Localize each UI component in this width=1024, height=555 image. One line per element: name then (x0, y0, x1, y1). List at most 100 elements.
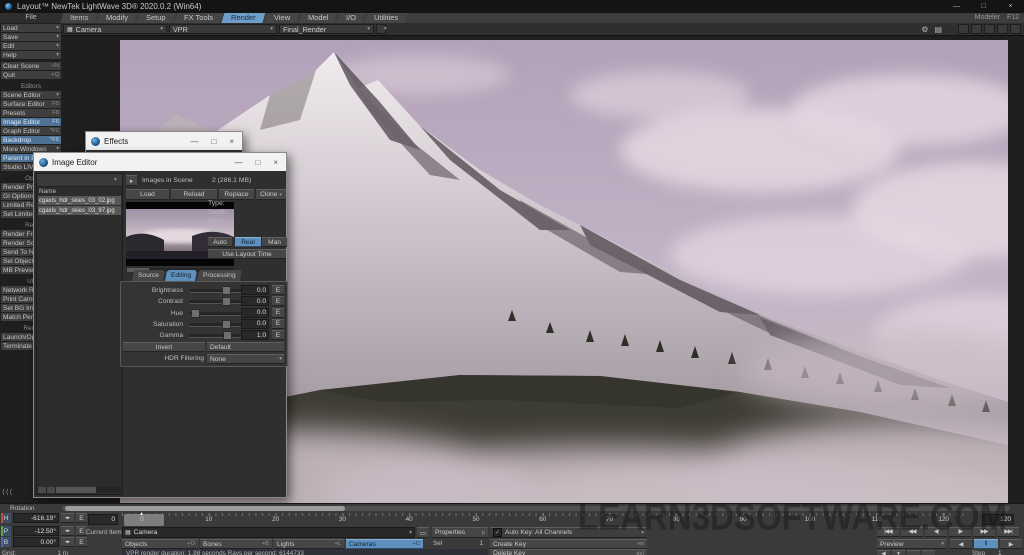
channel-h-value[interactable]: -616.19° (13, 513, 59, 523)
default-button[interactable]: Default (207, 342, 284, 352)
minimize-icon[interactable]: — (234, 158, 242, 167)
envelope-button[interactable]: E (76, 537, 87, 547)
transport-go-first-button[interactable]: |◀◀ (877, 527, 899, 537)
play-reverse-button[interactable]: ◀ (950, 539, 972, 549)
first-frame-field[interactable]: 0 (88, 514, 118, 525)
sidebar-item-surface-editor[interactable]: Surface Editor F5 (1, 100, 61, 108)
menu-tab-utilities[interactable]: Utilities (364, 12, 409, 23)
envelope-button[interactable]: E (272, 307, 284, 318)
sidebar-item-presets[interactable]: Presets F8 (1, 109, 61, 117)
slider-handle[interactable] (221, 297, 231, 307)
mini-dropdown-button[interactable]: ▾ (892, 550, 905, 555)
viewport-button-5[interactable] (1010, 24, 1021, 34)
modeler-button[interactable]: Modeler (975, 14, 1000, 21)
minimize-icon[interactable]: — (190, 137, 198, 146)
sidebar-item-edit[interactable]: Edit ▾ (1, 42, 61, 50)
tab-source[interactable]: Source (132, 270, 165, 281)
menu-tab-view[interactable]: View (264, 12, 300, 23)
frame-mode-auto[interactable]: Auto (208, 237, 232, 247)
envelope-button[interactable]: E (272, 285, 284, 295)
auto-key-checkbox[interactable]: ✓ (493, 528, 502, 537)
channel-spinner[interactable]: ◂▸ (61, 537, 74, 547)
auto-key-dropdown[interactable]: ✓ Auto Key: All Channels ▾ (490, 527, 647, 538)
tab-editing[interactable]: Editing (164, 270, 198, 281)
frame-mode-real[interactable]: Real (235, 237, 261, 247)
channel-b-button[interactable]: B (1, 537, 11, 547)
viewport-button-1[interactable] (958, 24, 969, 34)
load-button[interactable]: Load (126, 189, 169, 200)
preset-mini-dropdown[interactable]: ▾ (376, 24, 387, 34)
menu-tab-fx-tools[interactable]: FX Tools (174, 12, 223, 23)
menu-tab-setup[interactable]: Setup (136, 12, 176, 23)
transport-prev-key-button[interactable]: ◀◀ (901, 527, 923, 537)
effects-titlebar[interactable]: Effects — □ × (86, 132, 242, 150)
reload-button[interactable]: Reload (171, 189, 217, 200)
image-list-item[interactable]: cgaxis_hdr_skies_03_02.jpg (38, 196, 121, 205)
menu-tab-i-o[interactable]: I/O (336, 12, 366, 23)
channel-b-value[interactable]: 0.00° (13, 537, 59, 547)
create-key-button[interactable]: Create Key ret (490, 539, 647, 549)
envelope-button[interactable]: E (272, 318, 284, 329)
channel-spinner[interactable]: ◂▸ (61, 513, 74, 523)
collapse-item-button[interactable]: ▭ (417, 527, 429, 538)
channel-h-button[interactable]: H (1, 513, 11, 523)
slider-value-field[interactable]: 0.0 (241, 296, 269, 307)
hdr-filtering-dropdown[interactable]: None ▾ (207, 354, 284, 364)
chevron-down-icon[interactable]: ▾ (109, 177, 122, 183)
use-layout-time-button[interactable]: Use Layout Time (208, 249, 286, 259)
image-list-sort-bar[interactable]: ▾ (37, 174, 122, 187)
maximize-icon[interactable]: □ (255, 158, 260, 167)
select-objects-button[interactable]: Objects +O (122, 539, 198, 549)
channel-spinner[interactable]: ◂▸ (61, 526, 74, 536)
panel-grip-icon[interactable]: ⟨⟨⟨ (2, 488, 13, 496)
slider-handle[interactable] (221, 319, 231, 329)
gear-icon[interactable]: ⚙ (921, 25, 928, 34)
menu-tab-model[interactable]: Model (298, 12, 338, 23)
invert-button[interactable]: Invert (123, 342, 205, 352)
sidebar-item-backdrop[interactable]: Backdrop ^F5 (1, 136, 61, 144)
render-preset-dropdown[interactable]: Final_Render ▾ (279, 24, 374, 34)
mini-a-button[interactable] (907, 550, 920, 555)
select-lights-button[interactable]: Lights +L (274, 539, 344, 549)
sidebar-item-graph-editor[interactable]: Graph Editor ^F2 (1, 127, 61, 135)
slider-handle[interactable] (221, 286, 231, 295)
clone-button[interactable]: Clone ▾ (256, 189, 286, 200)
envelope-button[interactable]: E (76, 513, 87, 523)
mini-prev-button[interactable]: ◀ (877, 550, 890, 555)
transport-go-last-button[interactable]: ▶▶| (997, 527, 1019, 537)
select-bones-button[interactable]: Bones +B (200, 539, 272, 549)
slider-value-field[interactable]: 0.0 (241, 307, 269, 318)
maximize-icon[interactable]: □ (970, 0, 997, 13)
slider-value-field[interactable]: 1.0 (241, 330, 269, 341)
slider-handle[interactable] (222, 331, 232, 341)
select-cameras-button[interactable]: Cameras +C (346, 539, 423, 549)
delete-key-button[interactable]: Delete Key del (490, 549, 647, 555)
minimize-icon[interactable]: — (943, 0, 970, 13)
slider-value-field[interactable]: 0.0 (241, 285, 269, 295)
menu-tab-render[interactable]: Render (221, 12, 266, 23)
channel-p-value[interactable]: -12.50° (13, 526, 59, 536)
envelope-button[interactable]: E (272, 296, 284, 307)
image-list-scrollbar[interactable] (38, 487, 121, 493)
timeline-scrollbar[interactable] (62, 506, 1010, 511)
sidebar-file-tab[interactable]: File (0, 12, 62, 23)
image-list-item[interactable]: cgaxis_hdr_skies_03_97.jpg (38, 206, 121, 215)
maximize-icon[interactable]: □ (211, 137, 216, 146)
viewport-button-3[interactable] (984, 24, 995, 34)
mini-b-button[interactable] (922, 550, 935, 555)
view-camera-dropdown[interactable]: ▦ Camera ▾ (63, 24, 167, 34)
transport-next-frame-button[interactable]: |▶ (949, 527, 971, 537)
preview-dropdown[interactable]: Preview ▾ (877, 539, 947, 549)
sidebar-item-save[interactable]: Save ▾ (1, 33, 61, 41)
frame-mode-man[interactable]: Man (262, 237, 287, 247)
sidebar-item-image-editor[interactable]: Image Editor F6 (1, 118, 61, 126)
channel-p-button[interactable]: P (1, 526, 11, 536)
slider-value-field[interactable]: 0.0 (241, 318, 269, 329)
current-item-dropdown[interactable]: ▦ Camera ▾ (122, 527, 415, 538)
last-frame-field[interactable]: 120 (982, 514, 1014, 525)
transport-prev-frame-button[interactable]: ◀| (925, 527, 947, 537)
close-icon[interactable]: × (229, 137, 234, 146)
tab-processing[interactable]: Processing (197, 270, 242, 281)
properties-button[interactable]: Properties p (432, 527, 488, 538)
display-options-icon[interactable]: ▤ (934, 25, 942, 34)
